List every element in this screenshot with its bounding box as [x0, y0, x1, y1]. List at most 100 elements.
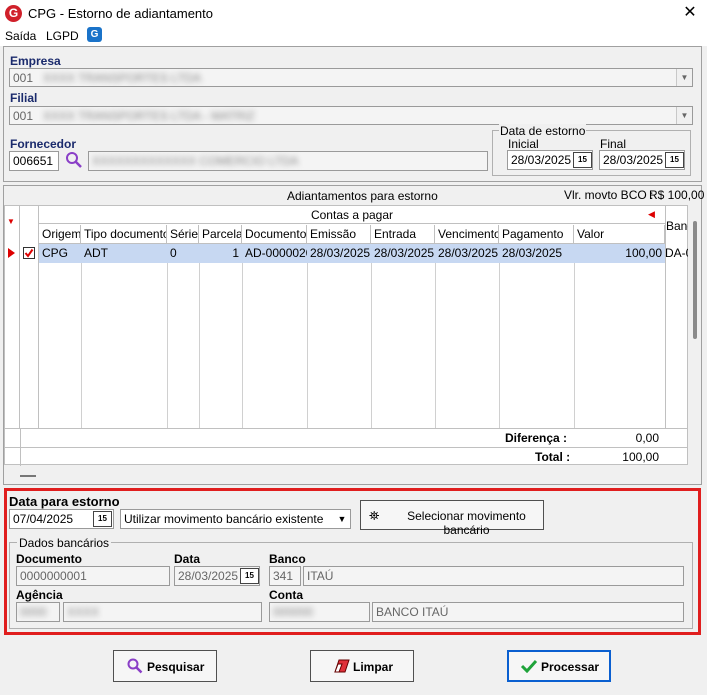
documento-field: 0000000001	[16, 566, 170, 586]
column-divider	[435, 244, 436, 428]
search-icon	[127, 658, 143, 677]
agencia-label: Agência	[16, 588, 63, 602]
col-header-documento[interactable]: Documento	[242, 225, 307, 244]
fornecedor-name-field: XXXXXXXXXXXXX COMERCIO LTDA	[88, 151, 488, 171]
fornecedor-name-redacted: XXXXXXXXXXXXX COMERCIO LTDA	[92, 154, 299, 168]
cell-origem: CPG	[42, 246, 69, 260]
column-divider	[167, 244, 168, 428]
cell-vencimento: 28/03/2025	[438, 246, 499, 260]
data-label: Data	[174, 552, 201, 566]
app-logo-icon: G	[5, 5, 22, 22]
empresa-name-redacted: XXXX TRANSPORTES LTDA	[36, 71, 202, 85]
filial-select[interactable]: 001 XXXX TRANSPORTES LTDA - MATRIZ	[9, 106, 693, 125]
col-header-serie[interactable]: Série	[167, 225, 199, 244]
footer-divider	[5, 428, 688, 429]
col-header-entrada[interactable]: Entrada	[371, 225, 435, 244]
conta-code-field: 000000	[269, 602, 370, 622]
dados-bancarios-title: Dados bancários	[17, 536, 112, 550]
data-estorno-title: Data de estorno	[499, 124, 587, 138]
fornecedor-code-input[interactable]: 006651	[9, 151, 59, 171]
agencia-name-field: XXXX	[63, 602, 262, 622]
col-header-emissao[interactable]: Emissão	[307, 225, 371, 244]
vertical-scrollbar[interactable]	[689, 205, 701, 465]
scrollbar-thumb[interactable]	[693, 221, 697, 339]
menu-bar	[0, 28, 707, 46]
col-header-pagamento[interactable]: Pagamento	[499, 225, 574, 244]
fornecedor-label: Fornecedor	[10, 137, 77, 151]
grid-column-headers: Origem Tipo documento Série Parcela Docu…	[39, 225, 665, 244]
footer-divider	[20, 428, 21, 466]
checkmark-icon	[520, 659, 538, 676]
cell-valor: 100,00	[625, 246, 662, 260]
column-divider	[81, 244, 82, 428]
conta-label: Conta	[269, 588, 303, 602]
row-indicator-column	[5, 206, 20, 428]
column-divider	[574, 244, 575, 428]
movimento-select[interactable]: Utilizar movimento bancário existente	[120, 509, 351, 529]
diferenca-value: 0,00	[635, 431, 659, 445]
calendar-icon[interactable]: 15	[93, 511, 112, 527]
menu-item-saida[interactable]: Saída	[5, 29, 36, 43]
selecionar-movimento-label: Selecionar movimento bancário	[407, 509, 526, 537]
current-row-icon	[8, 248, 15, 258]
calendar-icon[interactable]: 15	[573, 152, 592, 168]
col-header-origem[interactable]: Origem	[39, 225, 81, 244]
selecionar-movimento-button[interactable]: ⛯ Selecionar movimento bancário	[360, 500, 544, 537]
cell-tipo: ADT	[84, 246, 108, 260]
grid-title: Adiantamentos para estorno	[287, 189, 438, 203]
calendar-icon: 15	[240, 568, 259, 584]
documento-label: Documento	[16, 552, 82, 566]
filial-name-redacted: XXXX TRANSPORTES LTDA - MATRIZ	[36, 109, 255, 123]
total-label: Total :	[535, 450, 571, 464]
banco-code-field: 341	[269, 566, 301, 586]
pesquisar-button[interactable]: Pesquisar	[113, 650, 217, 682]
col-header-valor[interactable]: Valor	[574, 225, 665, 244]
binoculars-icon: ⛯	[369, 508, 380, 523]
diferenca-label: Diferença :	[505, 431, 568, 445]
close-button[interactable]: ✕	[676, 2, 704, 24]
search-icon[interactable]	[65, 151, 83, 169]
col-header-banco[interactable]: Banc	[666, 219, 688, 233]
chevron-down-icon[interactable]: ▼	[676, 69, 692, 86]
chevron-down-icon[interactable]: ▼	[334, 510, 350, 528]
cell-parcela: 1	[232, 246, 239, 260]
banco-label: Banco	[269, 552, 306, 566]
eraser-icon	[333, 659, 351, 676]
total-value: 100,00	[622, 450, 659, 464]
menu-item-lgpd[interactable]: LGPD	[46, 29, 79, 43]
empresa-select[interactable]: 001 XXXX TRANSPORTES LTDA	[9, 68, 693, 87]
cell-emissao: 28/03/2025	[310, 246, 371, 260]
col-header-vencimento[interactable]: Vencimento	[435, 225, 499, 244]
limpar-label: Limpar	[353, 660, 394, 674]
limpar-button[interactable]: Limpar	[310, 650, 414, 682]
grid-group-header: Contas a pagar	[39, 206, 665, 224]
column-divider	[665, 206, 666, 428]
contas-grid[interactable]: Contas a pagar ◀ ▼ Banc Origem Tipo docu…	[4, 205, 688, 466]
vlr-movto-value: R$ 100,00	[649, 188, 705, 202]
calendar-icon[interactable]: 15	[665, 152, 684, 168]
row-checkbox[interactable]	[23, 247, 35, 259]
filial-label: Filial	[10, 91, 38, 105]
pesquisar-label: Pesquisar	[147, 660, 205, 674]
sort-down-icon[interactable]: ▼	[7, 217, 15, 226]
cell-entrada: 28/03/2025	[374, 246, 435, 260]
footer-divider	[5, 447, 688, 448]
col-header-parcela[interactable]: Parcela	[199, 225, 242, 244]
banco-name-field: ITAÚ	[303, 566, 684, 586]
processar-button[interactable]: Processar	[507, 650, 611, 682]
agencia-code-field: 0000	[16, 602, 60, 622]
horizontal-scroll-indicator[interactable]	[20, 475, 36, 477]
conta-name-field: BANCO ITAÚ	[372, 602, 684, 622]
cell-banco: DA-0	[665, 246, 688, 260]
column-divider	[307, 244, 308, 428]
col-header-tipo-documento[interactable]: Tipo documento	[81, 225, 167, 244]
empresa-label: Empresa	[10, 54, 61, 68]
table-row[interactable]: CPG ADT 0 1 AD-0000020 28/03/2025 28/03/…	[5, 244, 688, 263]
lgpd-logo-icon[interactable]: G	[87, 27, 102, 42]
chevron-down-icon[interactable]: ▼	[676, 107, 692, 124]
window-title: CPG - Estorno de adiantamento	[28, 6, 213, 21]
column-divider	[199, 244, 200, 428]
checkbox-column	[20, 206, 39, 428]
sort-left-icon[interactable]: ◀	[648, 209, 655, 220]
data-para-estorno-label: Data para estorno	[9, 494, 120, 509]
